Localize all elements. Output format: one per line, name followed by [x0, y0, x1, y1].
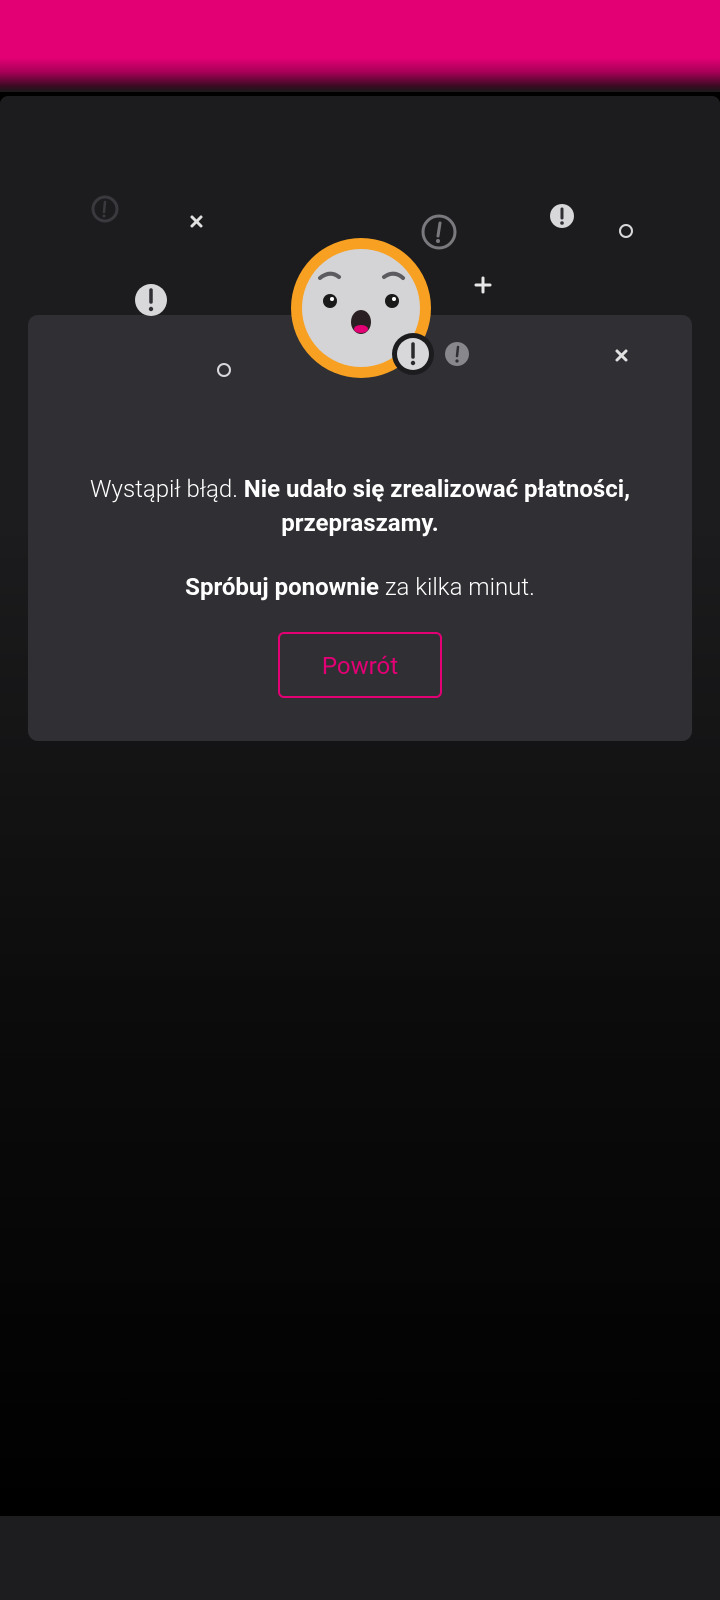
exclamation-icon [445, 342, 469, 366]
exclamation-icon [135, 284, 167, 316]
error-illustration [91, 195, 633, 378]
retry-hint-rest: za kilka minut. [379, 573, 535, 601]
back-button[interactable]: Powrót [278, 632, 442, 698]
error-message: Wystąpił błąd. Nie udało się zrealizować… [60, 472, 660, 540]
surprised-face-icon [291, 238, 434, 378]
close-icon [615, 349, 628, 362]
circle-icon [619, 224, 633, 238]
exclamation-icon [421, 214, 457, 250]
retry-hint: Spróbuj ponownie za kilka minut. [60, 570, 660, 604]
exclamation-icon [91, 195, 119, 223]
error-message-detail: Nie udało się zrealizować płatności, prz… [243, 475, 630, 537]
retry-hint-bold: Spróbuj ponownie [185, 573, 380, 601]
app-header-bar [0, 0, 720, 92]
plus-icon [474, 276, 492, 294]
close-icon [190, 215, 203, 228]
system-navigation-bar [0, 1516, 720, 1600]
error-message-intro: Wystąpił błąd. [90, 475, 244, 503]
circle-icon [217, 363, 231, 377]
exclamation-icon [550, 204, 574, 228]
